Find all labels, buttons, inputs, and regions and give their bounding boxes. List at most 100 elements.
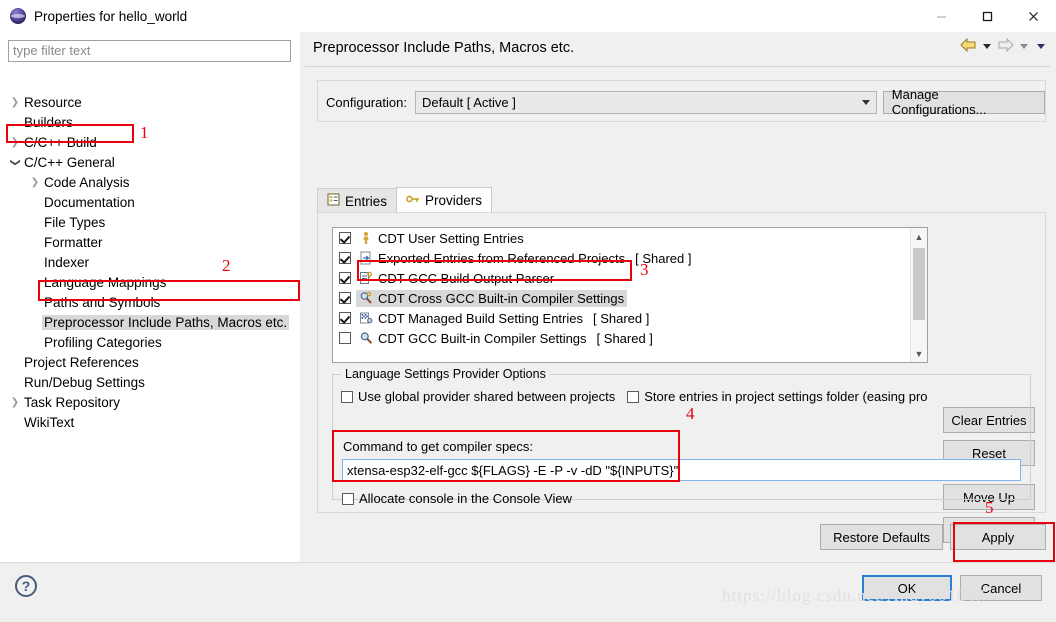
chevron-down-icon[interactable]: ❯	[10, 155, 21, 169]
cancel-button[interactable]: Cancel	[960, 575, 1042, 601]
provider-row[interactable]: CDT GCC Built-in Compiler Settings [ Shar…	[333, 328, 910, 348]
minimize-icon[interactable]	[918, 0, 964, 32]
provider-checkbox[interactable]	[339, 332, 351, 344]
checkbox-box	[627, 390, 640, 403]
page-title: Preprocessor Include Paths, Macros etc.	[313, 40, 575, 56]
provider-shared-badge: [ Shared ]	[596, 330, 653, 346]
tree-item-task-repository[interactable]: ❯ Task Repository	[0, 392, 300, 412]
tree-item-project-references[interactable]: Project References	[0, 352, 300, 372]
eclipse-sphere-icon	[10, 8, 26, 24]
providers-group: CDT User Setting Entries Exported Entries…	[317, 212, 1046, 543]
tree-item-code-analysis[interactable]: ❯ Code Analysis	[0, 172, 300, 192]
back-menu-chevron-down-icon[interactable]	[983, 44, 991, 49]
configuration-label: Configuration:	[326, 94, 407, 110]
document-key-icon	[359, 271, 374, 285]
provider-shared-badge: [ Shared ]	[635, 250, 692, 266]
provider-row[interactable]: CDT User Setting Entries	[333, 228, 910, 248]
tree-item-c-c-general[interactable]: ❯ C/C++ General	[0, 152, 300, 172]
tab-bar: Entries Providers	[317, 187, 493, 213]
tree-item-wikitext[interactable]: WikiText	[0, 412, 300, 432]
options-legend: Language Settings Provider Options	[341, 367, 550, 381]
command-value: xtensa-esp32-elf-gcc ${FLAGS} -E -P -v -…	[347, 462, 679, 478]
tree-item-c-c-build[interactable]: ❯ C/C++ Build	[0, 132, 300, 152]
provider-label: CDT User Setting Entries	[378, 230, 524, 246]
tree-item-label: Run/Debug Settings	[24, 374, 145, 390]
provider-row[interactable]: CDT Cross GCC Built-in Compiler Settings	[333, 288, 910, 308]
use-global-provider-checkbox[interactable]: Use global provider shared between proje…	[341, 389, 615, 404]
maximize-icon[interactable]	[964, 0, 1010, 32]
restore-defaults-button[interactable]: Restore Defaults	[820, 524, 943, 550]
window-controls	[918, 0, 1056, 32]
providers-list[interactable]: CDT User Setting Entries Exported Entries…	[332, 227, 928, 363]
tree-item-file-types[interactable]: File Types	[0, 212, 300, 232]
provider-checkbox[interactable]	[339, 312, 351, 324]
tree-item-label: Code Analysis	[44, 174, 130, 190]
chevron-right-icon[interactable]: ❯	[8, 397, 22, 408]
tree-item-resource[interactable]: ❯ Resource	[0, 92, 300, 112]
help-icon[interactable]: ?	[15, 575, 37, 597]
manage-configurations-button[interactable]: Manage Configurations...	[882, 87, 1045, 117]
tree-item-paths-and-symbols[interactable]: Paths and Symbols	[0, 292, 300, 312]
tree-item-formatter[interactable]: Formatter	[0, 232, 300, 252]
tree-item-profiling-categories[interactable]: Profiling Categories	[0, 332, 300, 352]
chevron-right-icon[interactable]: ❯	[28, 177, 42, 188]
tree-item-label: Profiling Categories	[44, 334, 162, 350]
view-menu-chevron-down-icon[interactable]	[1037, 44, 1045, 49]
tree-item-label: Resource	[24, 94, 82, 110]
provider-checkbox[interactable]	[339, 272, 351, 284]
tree-item-label: Preprocessor Include Paths, Macros etc.	[42, 314, 290, 330]
provider-label: CDT Cross GCC Built-in Compiler Settings	[378, 290, 625, 306]
tree-item-label: Documentation	[44, 194, 135, 210]
tree-item-indexer[interactable]: Indexer	[0, 252, 300, 272]
chevron-right-icon[interactable]: ❯	[8, 97, 22, 108]
back-arrow-icon[interactable]	[960, 37, 977, 55]
magnifier-icon	[359, 331, 374, 345]
close-icon[interactable]	[1010, 0, 1056, 32]
scrollbar-thumb[interactable]	[913, 248, 925, 320]
provider-row[interactable]: CDT GCC Build Output Parser	[333, 268, 910, 288]
tree-item-run-debug-settings[interactable]: Run/Debug Settings	[0, 372, 300, 392]
tab-entries[interactable]: Entries	[317, 188, 398, 213]
tree-item-documentation[interactable]: Documentation	[0, 192, 300, 212]
provider-row[interactable]: CDT Managed Build Setting Entries [ Share…	[333, 308, 910, 328]
export-icon	[359, 251, 374, 265]
tree-item-label: Indexer	[44, 254, 90, 270]
filter-input[interactable]: type filter text	[8, 40, 291, 62]
providers-scrollbar[interactable]: ▲ ▼	[910, 228, 927, 362]
scroll-down-icon[interactable]: ▼	[911, 345, 927, 362]
configuration-select[interactable]: Default [ Active ]	[414, 90, 877, 114]
tree-item-label: File Types	[44, 214, 106, 230]
scroll-up-icon[interactable]: ▲	[911, 228, 927, 245]
tree-item-builders[interactable]: Builders	[0, 112, 300, 132]
command-input[interactable]: xtensa-esp32-elf-gcc ${FLAGS} -E -P -v -…	[342, 459, 1021, 481]
provider-label: Exported Entries from Referenced Project…	[378, 250, 626, 266]
provider-checkbox[interactable]	[339, 252, 351, 264]
tree-item-label: C/C++ Build	[24, 134, 97, 150]
provider-label: CDT Managed Build Setting Entries	[378, 310, 583, 326]
store-entries-label: Store entries in project settings folder…	[644, 389, 928, 404]
ok-button[interactable]: OK	[862, 575, 952, 601]
configuration-group: Configuration: Default [ Active ] Manage…	[317, 80, 1046, 122]
forward-arrow-icon	[997, 37, 1014, 55]
allocate-console-checkbox[interactable]: Allocate console in the Console View	[342, 491, 572, 506]
apply-button[interactable]: Apply	[950, 524, 1046, 550]
command-label: Command to get compiler specs:	[343, 439, 534, 454]
title-bar: Properties for hello_world	[0, 0, 1056, 32]
tree-item-label: Project References	[24, 354, 139, 370]
tree-item-preprocessor-include-paths-macros-etc[interactable]: Preprocessor Include Paths, Macros etc.	[0, 312, 300, 332]
tree-item-label: C/C++ General	[24, 154, 115, 170]
provider-label: CDT GCC Build Output Parser	[378, 270, 555, 286]
provider-checkbox[interactable]	[339, 232, 351, 244]
tab-providers[interactable]: Providers	[396, 187, 493, 213]
provider-row[interactable]: Exported Entries from Referenced Project…	[333, 248, 910, 268]
store-entries-checkbox[interactable]: Store entries in project settings folder…	[627, 389, 928, 404]
tab-providers-label: Providers	[425, 193, 483, 208]
flag-icon	[359, 311, 374, 325]
chevron-down-icon	[861, 99, 870, 105]
magnifier-key-icon	[359, 291, 374, 305]
provider-checkbox[interactable]	[339, 292, 351, 304]
tree-item-language-mappings[interactable]: Language Mappings	[0, 272, 300, 292]
settings-tree: ❯ Resource Builders ❯ C/C++ Build ❯ C/C++ Gene…	[0, 92, 300, 432]
chevron-right-icon[interactable]: ❯	[8, 137, 22, 148]
checkbox-box	[342, 492, 354, 505]
